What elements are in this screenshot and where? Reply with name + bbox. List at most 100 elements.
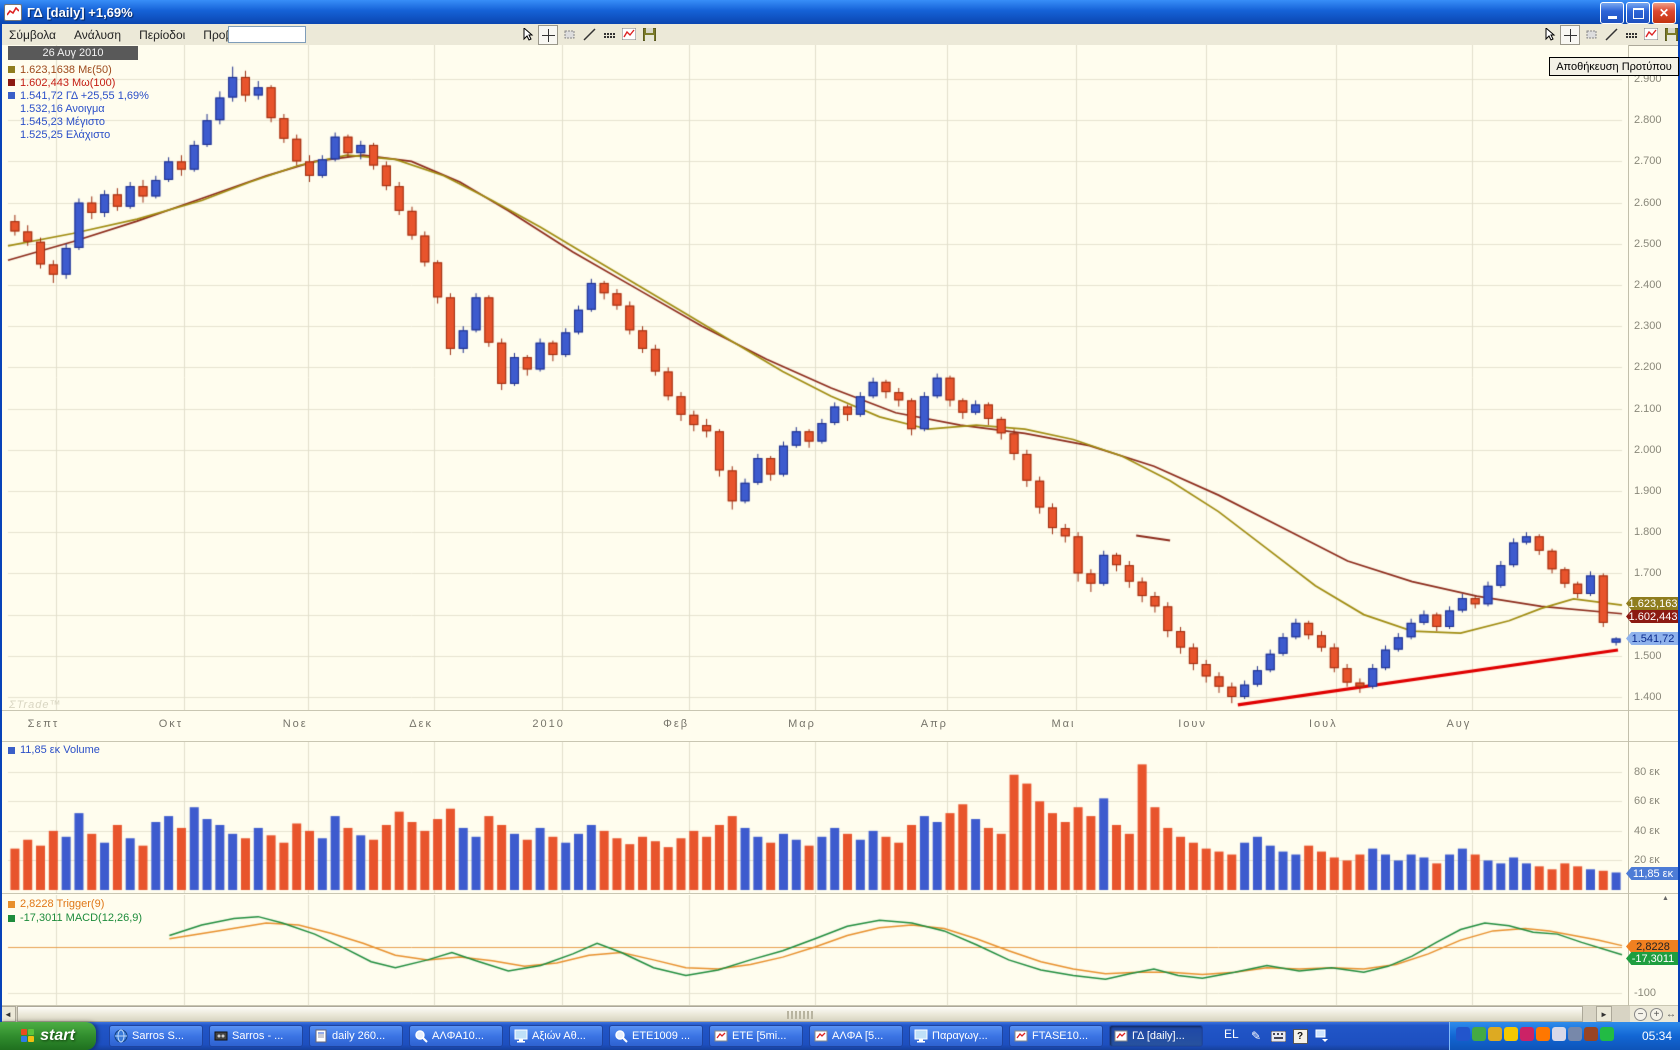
tray-icon-0[interactable]: [1456, 1027, 1470, 1041]
legend-row-5: 1.525,25 Ελάχιστο: [8, 128, 149, 141]
trigger-marker: 2,8228: [1626, 940, 1680, 953]
month-label: Νοε: [265, 718, 325, 730]
task-button-10[interactable]: ΓΔ [daily]...: [1109, 1025, 1203, 1047]
horizontal-scrollbar[interactable]: ◄ ►: [0, 1006, 1680, 1022]
menu-bar: ΣύμβολαΑνάλυσηΠερίοδοιΠροβολή: [0, 24, 1680, 46]
menu-item-1[interactable]: Ανάλυση: [65, 26, 130, 44]
legend-row-1: 1.602,443 Μω(100): [8, 76, 149, 89]
task-label: ΕΤΕ [5mi...: [732, 1030, 786, 1042]
tray-icon-8[interactable]: [1584, 1027, 1598, 1041]
toolbar-right: [1540, 25, 1680, 45]
volume-tick: 20 εκ: [1634, 854, 1660, 866]
legend-row-3: 1.532,16 Ανοιγμα: [8, 102, 149, 115]
task-button-5[interactable]: ΕΤΕ1009 ...: [609, 1025, 703, 1047]
legend-text: 1.532,16 Ανοιγμα: [20, 103, 105, 115]
region-select-icon[interactable]: [1582, 25, 1600, 43]
chart-legend: 26 Αυγ 2010 1.623,1638 Με(50) 1.602,443 …: [8, 46, 149, 141]
toolbar-center: [518, 25, 658, 45]
zoom-out-button[interactable]: −: [1634, 1008, 1647, 1021]
minimize-button[interactable]: [1600, 2, 1624, 24]
symbol-search-input[interactable]: [228, 26, 306, 43]
app-chart-icon: [4, 4, 22, 21]
pointer-icon[interactable]: [1540, 25, 1558, 43]
taskbar: start Sarros S... Sarros - ... daily 260..…: [0, 1022, 1680, 1050]
task-button-7[interactable]: ΑΛΦΑ [5...: [809, 1025, 903, 1047]
month-label: Μαρ: [772, 718, 832, 730]
save-template-icon[interactable]: [640, 25, 658, 43]
tray-icon-4[interactable]: [1520, 1027, 1534, 1041]
tray-icon-9[interactable]: [1600, 1027, 1614, 1041]
zoom-in-button[interactable]: +: [1650, 1008, 1663, 1021]
scroll-right-arrow[interactable]: ►: [1596, 1006, 1612, 1022]
legend-row-0: 1.623,1638 Με(50): [8, 63, 149, 76]
start-button[interactable]: start: [0, 1022, 96, 1050]
task-button-3[interactable]: ΑΛΦΑ10...: [409, 1025, 503, 1047]
keyboard-icon[interactable]: [1270, 1028, 1286, 1044]
legend-text: 1.602,443 Μω(100): [20, 77, 115, 89]
macd-legend-text: -17,3011 MACD(12,26,9): [20, 912, 142, 924]
language-indicator[interactable]: EL: [1224, 1027, 1239, 1041]
month-label: 2010: [519, 718, 579, 730]
month-label: Αυγ: [1429, 718, 1489, 730]
macd-bullet: [8, 915, 15, 922]
macd-chart-canvas[interactable]: [0, 895, 1628, 1005]
tray-icon-5[interactable]: [1536, 1027, 1550, 1041]
price-tick: 1.900: [1634, 485, 1662, 497]
month-label: Οκτ: [141, 718, 201, 730]
task-label: Sarros - ...: [232, 1030, 283, 1042]
crosshair-icon[interactable]: [1560, 25, 1580, 45]
fit-width-icon[interactable]: ↔: [1666, 1009, 1676, 1020]
indicator-chart-icon[interactable]: [1642, 25, 1660, 43]
task-button-8[interactable]: Παραγωγ...: [909, 1025, 1003, 1047]
legend-text: 1.623,1638 Με(50): [20, 64, 112, 76]
legend-bullet: [8, 79, 15, 86]
language-bar-options-icon[interactable]: [1314, 1028, 1330, 1044]
region-select-icon[interactable]: [560, 25, 578, 43]
legend-row-2: 1.541,72 ΓΔ +25,55 1,69%: [8, 89, 149, 102]
taskbar-clock: 05:34: [1642, 1029, 1672, 1043]
price-tick: 1.500: [1634, 650, 1662, 662]
macd-legend: 2,8228 Trigger(9) -17,3011 MACD(12,26,9): [8, 897, 142, 925]
volume-bullet: [8, 747, 15, 754]
scroll-left-arrow[interactable]: ◄: [0, 1006, 16, 1022]
help-icon[interactable]: ?: [1292, 1028, 1308, 1044]
ma50-price-marker: 1.623,163: [1626, 597, 1680, 610]
tray-icon-7[interactable]: [1568, 1027, 1582, 1041]
tray-icon-3[interactable]: [1504, 1027, 1518, 1041]
trendline-tool-icon[interactable]: [1602, 25, 1620, 43]
price-tick: 2.400: [1634, 279, 1662, 291]
price-tick: 1.700: [1634, 567, 1662, 579]
close-button[interactable]: ✕: [1652, 2, 1676, 24]
pen-icon[interactable]: ✎: [1248, 1028, 1264, 1044]
price-chart-canvas[interactable]: [0, 45, 1628, 710]
scrollbar-thumb[interactable]: [17, 1006, 1583, 1022]
restore-button[interactable]: [1626, 2, 1650, 24]
watermark: ΣTrade™: [9, 699, 62, 711]
crosshair-icon[interactable]: [538, 25, 558, 45]
task-button-6[interactable]: ΕΤΕ [5mi...: [709, 1025, 803, 1047]
trendline-tool-icon[interactable]: [580, 25, 598, 43]
task-button-0[interactable]: Sarros S...: [109, 1025, 203, 1047]
task-button-4[interactable]: Αξιών Αθ...: [509, 1025, 603, 1047]
trigger-bullet: [8, 901, 15, 908]
tray-icon-1[interactable]: [1472, 1027, 1486, 1041]
macd-marker: -17,3011: [1626, 952, 1680, 965]
tray-icon-6[interactable]: [1552, 1027, 1566, 1041]
task-button-1[interactable]: Sarros - ...: [209, 1025, 303, 1047]
task-button-9[interactable]: FTASE10...: [1009, 1025, 1103, 1047]
pointer-icon[interactable]: [518, 25, 536, 43]
tray-icon-2[interactable]: [1488, 1027, 1502, 1041]
grid-toggle-icon[interactable]: [1622, 25, 1640, 43]
pane-collapse-arrow-icon[interactable]: ▲: [1662, 895, 1669, 902]
macd-tick: -100: [1634, 987, 1656, 999]
task-label: ΑΛΦΑ [5...: [832, 1030, 883, 1042]
menu-item-2[interactable]: Περίοδοι: [130, 26, 194, 44]
grid-toggle-icon[interactable]: [600, 25, 618, 43]
save-template-tooltip: Αποθήκευση Προτύπου: [1549, 57, 1679, 76]
pane-divider: [0, 710, 1680, 711]
menu-item-0[interactable]: Σύμβολα: [0, 26, 65, 44]
task-button-2[interactable]: daily 260...: [309, 1025, 403, 1047]
volume-chart-canvas[interactable]: [0, 742, 1628, 893]
indicator-chart-icon[interactable]: [620, 25, 638, 43]
price-tick: 2.300: [1634, 320, 1662, 332]
